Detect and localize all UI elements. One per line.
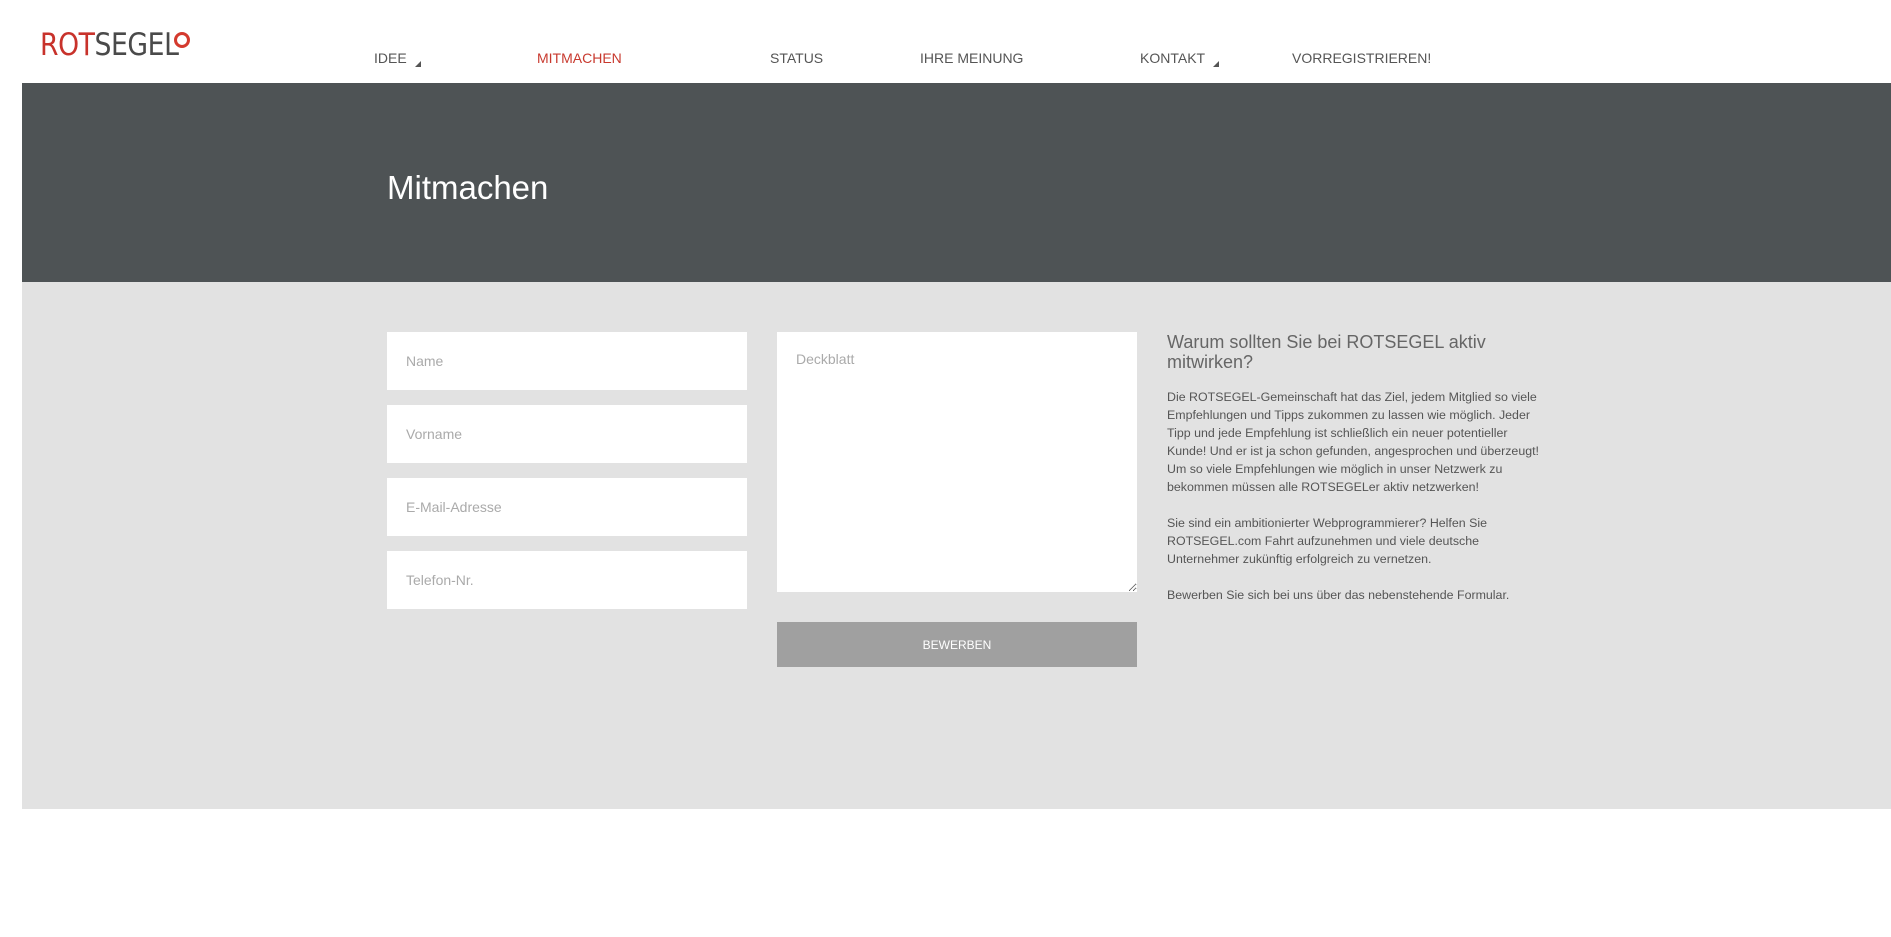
info-paragraph: Bewerben Sie sich bei uns über das neben…: [1167, 588, 1510, 602]
info-paragraph: Die ROTSEGEL-Gemeinschaft hat das Ziel, …: [1167, 390, 1539, 494]
nav-item-label: STATUS: [770, 50, 824, 66]
rotsegel-logo[interactable]: ROTSEGEL: [40, 30, 179, 61]
info-title: Warum sollten Sie bei ROTSEGEL aktiv mit…: [1167, 332, 1486, 372]
logo-text-segel: SEGEL: [94, 27, 179, 63]
dropdown-caret-icon: [1213, 61, 1220, 67]
vorname-input[interactable]: [387, 405, 747, 463]
nav-item-label: MITMACHEN: [537, 50, 622, 66]
nav-item-mitmachen[interactable]: MITMACHEN: [537, 50, 622, 66]
email-input[interactable]: [387, 478, 747, 536]
page-title: Mitmachen: [387, 169, 549, 206]
bewerben-button[interactable]: BEWERBEN: [777, 622, 1137, 667]
page-banner: Mitmachen: [22, 83, 1891, 282]
logo-ring-icon: [174, 32, 190, 48]
name-input[interactable]: [387, 332, 747, 390]
nav-item-kontakt[interactable]: KONTAKT: [1140, 50, 1220, 67]
nav-item-status[interactable]: STATUS: [770, 50, 823, 66]
phone-input[interactable]: [387, 551, 747, 609]
nav-item-label: IDEE: [374, 50, 407, 66]
nav-item-vorregistrieren[interactable]: VORREGISTRIEREN!: [1292, 50, 1431, 66]
info-paragraph: Sie sind ein ambitionierter Webprogrammi…: [1167, 516, 1488, 566]
logo-text-rot: ROT: [40, 27, 95, 63]
nav-item-label: KONTAKT: [1140, 50, 1206, 66]
content-section: BEWERBEN Warum sollten Sie bei ROTSEGEL …: [22, 282, 1891, 809]
info-panel: Warum sollten Sie bei ROTSEGEL aktiv mit…: [1167, 332, 1547, 622]
nav-item-idee[interactable]: IDEE: [374, 50, 421, 67]
nav-item-label: VORREGISTRIEREN!: [1292, 50, 1432, 66]
dropdown-caret-icon: [414, 61, 421, 67]
nav-item-label: IHRE MEINUNG: [920, 50, 1024, 66]
deckblatt-textarea[interactable]: [777, 332, 1137, 592]
nav-item-ihre-meinung[interactable]: IHRE MEINUNG: [920, 50, 1023, 66]
